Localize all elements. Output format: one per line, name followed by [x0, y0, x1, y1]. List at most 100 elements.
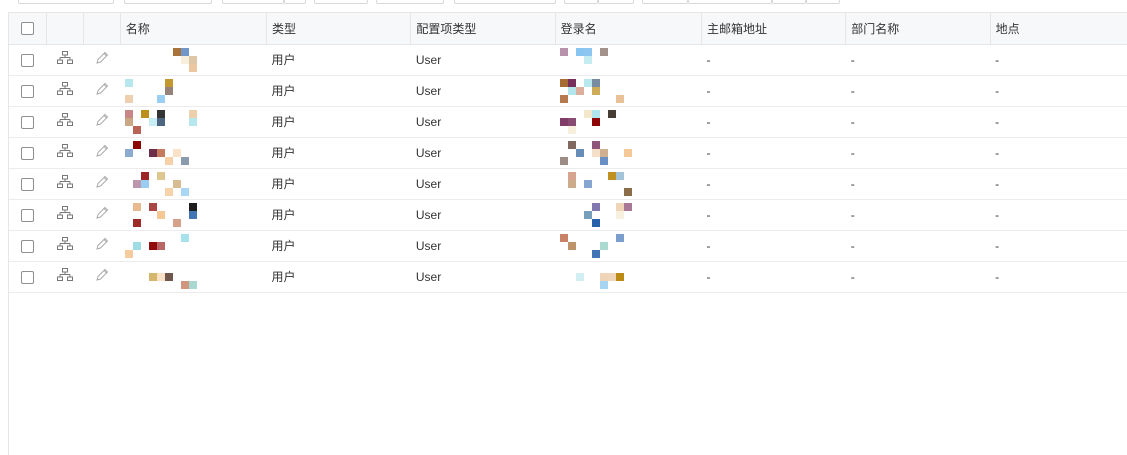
- row-checkbox[interactable]: [21, 53, 35, 67]
- redaction-pixel: [616, 202, 625, 211]
- hierarchy-icon[interactable]: [56, 175, 73, 192]
- dept-cell: -: [845, 106, 991, 138]
- redaction-pixel: [141, 179, 150, 188]
- type-cell: 用户: [266, 168, 411, 200]
- relation-column-header: [46, 13, 84, 45]
- mail-cell: -: [701, 168, 846, 200]
- pencil-icon[interactable]: [95, 51, 109, 68]
- redaction-pixel: [600, 47, 609, 56]
- table-row[interactable]: 用户 User - - -: [9, 44, 1127, 76]
- redacted-name: [125, 107, 261, 137]
- toolbar-button[interactable]: [688, 0, 772, 4]
- ci-type-cell: User: [410, 75, 556, 107]
- redaction-pixel: [181, 156, 190, 165]
- toolbar-button[interactable]: [18, 0, 114, 4]
- redaction-pixel: [181, 187, 190, 196]
- toolbar-button[interactable]: [124, 0, 212, 4]
- toolbar-button[interactable]: [222, 0, 284, 4]
- pencil-icon[interactable]: [95, 175, 109, 192]
- column-header-name[interactable]: 名称: [120, 13, 268, 45]
- select-all-checkbox[interactable]: [20, 22, 34, 36]
- dept-cell: -: [845, 168, 991, 200]
- redaction-pixel: [600, 156, 609, 165]
- redacted-name: [125, 262, 261, 292]
- toolbar-button[interactable]: [454, 0, 556, 4]
- dept-cell: -: [845, 261, 991, 293]
- name-cell: [120, 261, 267, 293]
- name-cell: [120, 168, 267, 200]
- pencil-icon[interactable]: [95, 82, 109, 99]
- hierarchy-icon[interactable]: [56, 144, 73, 161]
- ci-type-value: User: [415, 145, 442, 160]
- ci-type-value: User: [415, 269, 442, 284]
- row-checkbox[interactable]: [21, 84, 35, 98]
- hierarchy-icon[interactable]: [56, 113, 73, 130]
- column-header-type[interactable]: 类型: [266, 13, 412, 45]
- login-cell: [555, 44, 702, 76]
- column-header-dept[interactable]: 部门名称: [845, 13, 991, 45]
- pencil-icon[interactable]: [95, 206, 109, 223]
- hierarchy-icon[interactable]: [56, 82, 73, 99]
- redaction-pixel: [157, 109, 166, 118]
- toolbar-button[interactable]: [564, 0, 598, 4]
- redaction-pixel: [181, 280, 190, 289]
- redaction-pixel: [592, 109, 601, 118]
- redaction-pixel: [165, 86, 174, 95]
- redaction-pixel: [600, 280, 609, 289]
- select-all-cell: [9, 13, 47, 45]
- ci-type-cell: User: [410, 44, 556, 76]
- redaction-pixel: [149, 148, 158, 157]
- pencil-icon[interactable]: [95, 268, 109, 285]
- dept-value: -: [850, 207, 855, 222]
- dept-value: -: [850, 176, 855, 191]
- row-checkbox[interactable]: [21, 208, 35, 222]
- table-row[interactable]: 用户 User - - -: [9, 137, 1127, 169]
- table-row[interactable]: 用户 User - - -: [9, 261, 1127, 293]
- hierarchy-icon[interactable]: [56, 51, 73, 68]
- toolbar-button[interactable]: [376, 0, 444, 4]
- table-row[interactable]: 用户 User - - -: [9, 230, 1127, 262]
- row-checkbox[interactable]: [21, 115, 35, 129]
- redaction-pixel: [165, 156, 174, 165]
- toolbar-button[interactable]: [284, 0, 306, 4]
- mail-cell: -: [701, 230, 846, 262]
- row-checkbox[interactable]: [21, 270, 35, 284]
- column-header-ci-type[interactable]: 配置项类型: [410, 13, 556, 45]
- column-header-location[interactable]: 地点: [990, 13, 1127, 45]
- column-header-login[interactable]: 登录名: [555, 13, 702, 45]
- table-row[interactable]: 用户 User - - -: [9, 75, 1127, 107]
- location-value: -: [995, 114, 1000, 129]
- pencil-icon[interactable]: [95, 237, 109, 254]
- row-checkbox[interactable]: [21, 239, 35, 253]
- redaction-pixel: [133, 179, 142, 188]
- redaction-pixel: [125, 117, 134, 126]
- row-checkbox[interactable]: [21, 146, 35, 160]
- redaction-pixel: [568, 140, 577, 149]
- redaction-pixel: [624, 187, 633, 196]
- column-header-mail[interactable]: 主邮箱地址: [701, 13, 847, 45]
- pencil-icon[interactable]: [95, 113, 109, 130]
- row-select-cell: [9, 137, 47, 169]
- type-value: 用户: [271, 53, 296, 67]
- dept-value: -: [850, 238, 855, 253]
- type-cell: 用户: [266, 106, 411, 138]
- table-row[interactable]: 用户 User - - -: [9, 106, 1127, 138]
- hierarchy-icon[interactable]: [56, 206, 73, 223]
- hierarchy-icon[interactable]: [56, 237, 73, 254]
- toolbar-button[interactable]: [314, 0, 368, 4]
- toolbar-button[interactable]: [642, 0, 688, 4]
- row-checkbox[interactable]: [21, 177, 35, 191]
- hierarchy-icon[interactable]: [56, 268, 73, 285]
- toolbar-button[interactable]: [598, 0, 634, 4]
- redaction-pixel: [616, 171, 625, 180]
- toolbar-button[interactable]: [772, 0, 806, 4]
- type-cell: 用户: [266, 137, 411, 169]
- pencil-icon[interactable]: [95, 144, 109, 161]
- table-row[interactable]: 用户 User - - -: [9, 168, 1127, 200]
- edit-cell: [83, 168, 121, 200]
- table-row[interactable]: 用户 User - - -: [9, 199, 1127, 231]
- redacted-name: [125, 45, 261, 75]
- relation-cell: [46, 137, 84, 169]
- redaction-pixel: [189, 55, 198, 64]
- toolbar-button[interactable]: [806, 0, 840, 4]
